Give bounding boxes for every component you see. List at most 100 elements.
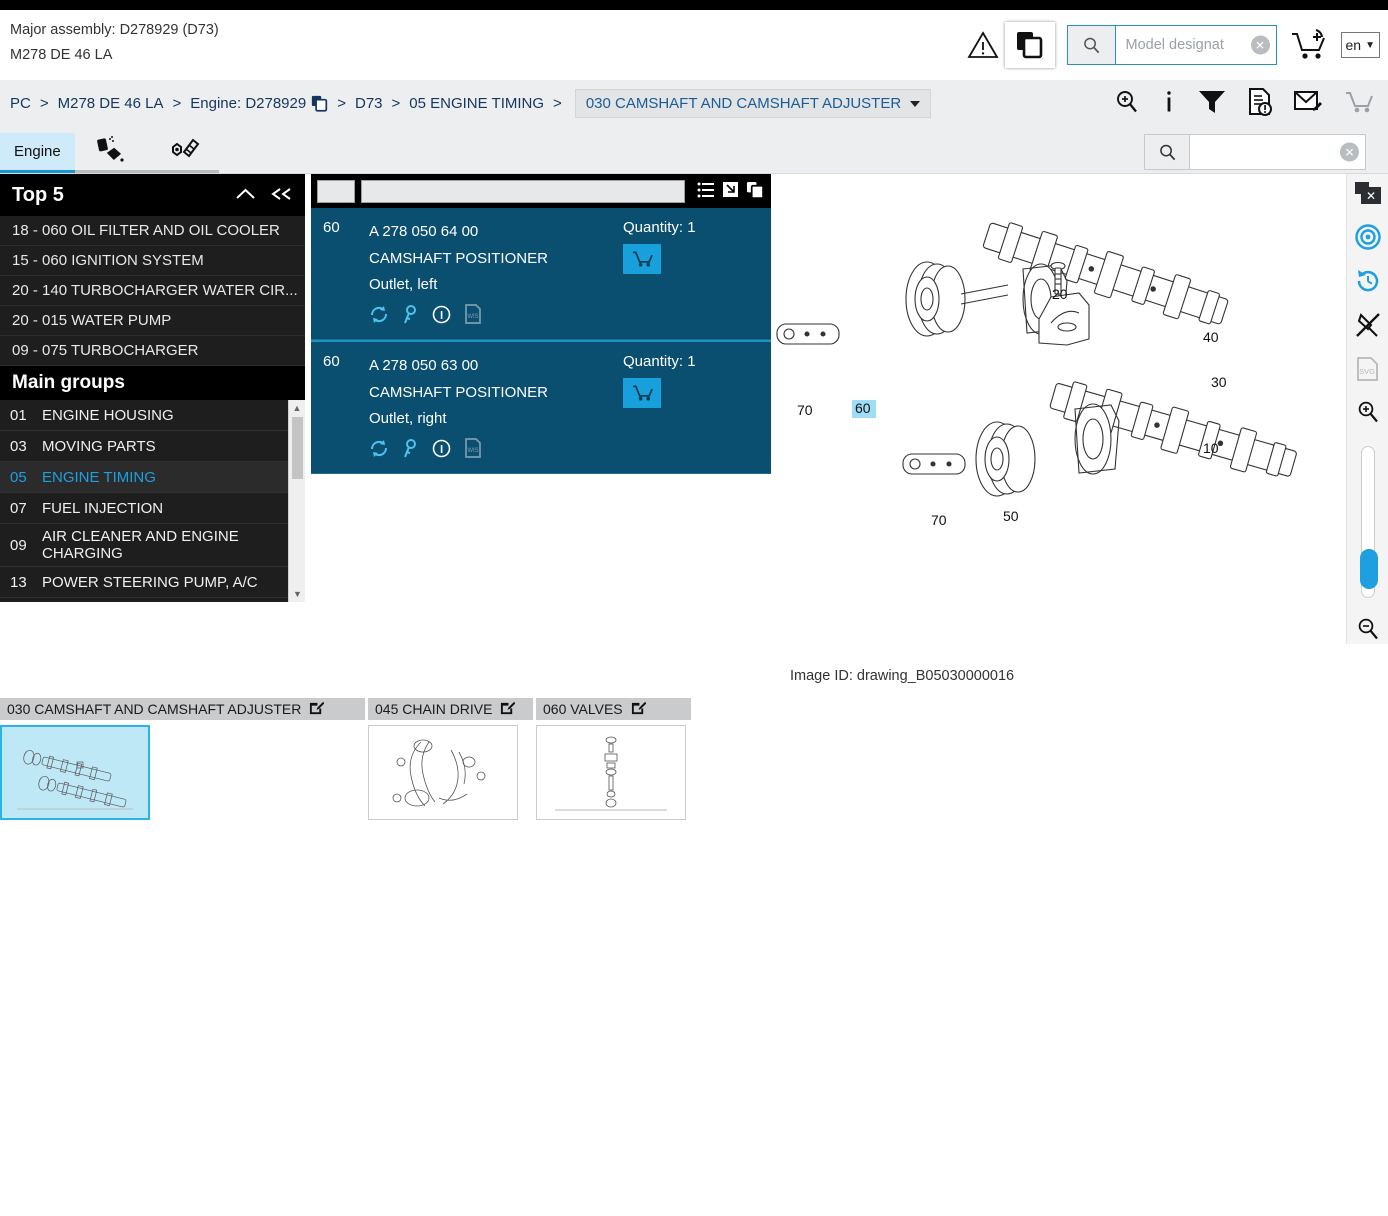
exploded-view-drawing[interactable]: 20 40 30 10 70 60 70 50 — [775, 174, 1346, 644]
edit-icon[interactable] — [500, 700, 516, 718]
scroll-up-icon[interactable]: ▲ — [289, 400, 305, 416]
add-to-cart-button[interactable] — [623, 244, 661, 274]
breadcrumb-item-d73[interactable]: D73 — [355, 95, 383, 112]
main-group-item-03[interactable]: 03 MOVING PARTS — [0, 431, 288, 462]
zoom-out-icon[interactable] — [1356, 617, 1380, 644]
breadcrumb-separator: > — [337, 95, 346, 112]
refresh-icon[interactable] — [369, 439, 389, 461]
copy-documents-icon[interactable] — [1004, 22, 1055, 68]
breadcrumb-item-group[interactable]: 05 ENGINE TIMING — [409, 95, 544, 112]
parts-filter-text-input[interactable] — [361, 179, 685, 203]
image-id-label: Image ID: drawing_B05030000016 — [790, 668, 1015, 684]
thumbnail-strip: 030 CAMSHAFT AND CAMSHAFT ADJUSTER 045 C… — [0, 698, 694, 820]
edit-icon[interactable] — [309, 700, 325, 718]
unpin-icon[interactable] — [1355, 312, 1381, 341]
main-groups-scrollbar[interactable]: ▲ ▼ — [288, 400, 305, 602]
tab-parts[interactable] — [146, 133, 219, 173]
breadcrumb-item-model[interactable]: M278 DE 46 LA — [58, 95, 164, 112]
zoom-in-icon[interactable] — [1356, 400, 1380, 427]
clear-icon[interactable]: ✕ — [1250, 35, 1270, 55]
edit-icon[interactable] — [631, 700, 647, 718]
scroll-down-icon[interactable]: ▼ — [289, 586, 305, 602]
thumbnail-group-title: 060 VALVES — [543, 701, 623, 717]
add-to-cart-button[interactable] — [623, 378, 661, 409]
refresh-icon[interactable] — [369, 305, 389, 327]
parts-filter-number-input[interactable] — [317, 179, 355, 203]
tab-paint[interactable] — [74, 133, 147, 173]
double-chevron-left-icon[interactable] — [270, 184, 293, 207]
top5-title: Top 5 — [12, 183, 64, 206]
tab-engine[interactable]: Engine — [0, 133, 75, 173]
language-select[interactable]: en ▼ — [1340, 32, 1380, 58]
chevron-up-icon[interactable] — [235, 184, 256, 207]
main-group-item-13[interactable]: 13 POWER STEERING PUMP, A/C — [0, 567, 288, 598]
info-icon[interactable] — [1162, 89, 1176, 118]
drawing-callout[interactable]: 10 — [1203, 440, 1219, 456]
info-circle-icon[interactable] — [432, 439, 451, 461]
scrollbar-thumb[interactable] — [292, 417, 303, 479]
part-quantity-block: Quantity: 1 — [623, 219, 759, 327]
model-search[interactable]: Model designat ✕ — [1066, 25, 1277, 65]
thumbnail-group-030: 030 CAMSHAFT AND CAMSHAFT ADJUSTER — [0, 698, 365, 820]
top5-item[interactable]: 15 - 060 IGNITION SYSTEM — [0, 246, 305, 276]
history-undo-icon[interactable] — [1355, 268, 1381, 297]
target-focus-icon[interactable] — [1354, 224, 1381, 253]
zoom-slider-knob[interactable] — [1359, 549, 1378, 589]
top5-item[interactable]: 20 - 015 WATER PUMP — [0, 306, 305, 336]
model-search-input[interactable]: Model designat ✕ — [1116, 26, 1276, 64]
breadcrumb-current-dropdown[interactable]: 030 CAMSHAFT AND CAMSHAFT ADJUSTER — [574, 89, 932, 118]
part-quantity-label: Quantity: 1 — [623, 353, 696, 371]
tab-search[interactable]: ✕ — [1144, 134, 1366, 170]
thumbnail-group-header[interactable]: 045 CHAIN DRIVE — [368, 698, 533, 720]
part-number: A 278 050 64 00 — [369, 223, 479, 240]
thumbnail-image-060[interactable] — [536, 725, 686, 820]
thumbnail-image-030[interactable] — [0, 725, 150, 820]
main-group-item-05[interactable]: 05 ENGINE TIMING — [0, 462, 288, 493]
breadcrumb-item-engine[interactable]: Engine: D278929 — [190, 95, 306, 112]
thumbnail-group-title: 030 CAMSHAFT AND CAMSHAFT ADJUSTER — [7, 701, 302, 717]
content-area: Top 5 18 - 060 OIL FILTER AND OIL COOLER… — [0, 174, 1388, 644]
document-alert-icon[interactable] — [1248, 88, 1272, 119]
drawing-callout[interactable]: 20 — [1052, 286, 1068, 302]
shopping-cart-add-icon[interactable] — [1277, 28, 1341, 62]
top5-item[interactable]: 20 - 140 TURBOCHARGER WATER CIR... — [0, 276, 305, 306]
top5-item[interactable]: 18 - 060 OIL FILTER AND OIL COOLER — [0, 216, 305, 246]
clear-icon[interactable]: ✕ — [1340, 142, 1359, 162]
drawing-callout[interactable]: 50 — [1003, 508, 1019, 524]
thumbnail-group-header[interactable]: 030 CAMSHAFT AND CAMSHAFT ADJUSTER — [0, 698, 365, 720]
tab-search-input[interactable]: ✕ — [1190, 135, 1365, 169]
top5-list: 18 - 060 OIL FILTER AND OIL COOLER 15 - … — [0, 216, 305, 366]
breadcrumb-item-pc[interactable]: PC — [10, 95, 31, 112]
copy-icon[interactable] — [746, 181, 765, 202]
zoom-search-icon[interactable] — [1114, 89, 1140, 118]
breadcrumb-copy-icon[interactable] — [311, 95, 328, 112]
thumbnail-image-045[interactable] — [368, 725, 518, 820]
list-view-icon[interactable] — [697, 182, 715, 201]
thumbnail-group-body — [368, 720, 533, 820]
part-row[interactable]: 60 A 278 050 64 00 CAMSHAFT POSITIONER O… — [311, 208, 771, 341]
main-group-number: 05 — [10, 468, 27, 486]
drawing-callout[interactable]: 70 — [797, 402, 813, 418]
drawing-callout[interactable]: 60 — [855, 400, 871, 416]
key-icon[interactable] — [402, 438, 419, 461]
top5-item[interactable]: 09 - 075 TURBOCHARGER — [0, 336, 305, 366]
cart-icon[interactable] — [1344, 89, 1374, 118]
zoom-slider[interactable] — [1359, 446, 1378, 598]
info-circle-icon[interactable] — [432, 305, 451, 327]
drawing-callout[interactable]: 40 — [1203, 329, 1219, 345]
main-group-item-07[interactable]: 07 FUEL INJECTION — [0, 493, 288, 524]
warning-triangle-icon[interactable] — [961, 31, 1005, 59]
close-window-icon[interactable]: ✕ — [1354, 182, 1381, 209]
drawing-callout[interactable]: 70 — [931, 512, 947, 528]
part-row[interactable]: 60 A 278 050 63 00 CAMSHAFT POSITIONER O… — [311, 340, 771, 475]
main-group-item-09[interactable]: 09 AIR CLEANER AND ENGINE CHARGING — [0, 524, 288, 567]
drawing-callout[interactable]: 30 — [1211, 374, 1227, 390]
main-group-label: ENGINE TIMING — [42, 468, 156, 486]
key-icon[interactable] — [402, 304, 419, 327]
thumbnail-group-header[interactable]: 060 VALVES — [536, 698, 691, 720]
main-group-item-01[interactable]: 01 ENGINE HOUSING — [0, 400, 288, 431]
expand-icon[interactable] — [722, 181, 739, 201]
mail-edit-icon[interactable] — [1294, 89, 1322, 118]
chevron-down-icon — [910, 100, 921, 107]
filter-icon[interactable] — [1198, 89, 1226, 118]
